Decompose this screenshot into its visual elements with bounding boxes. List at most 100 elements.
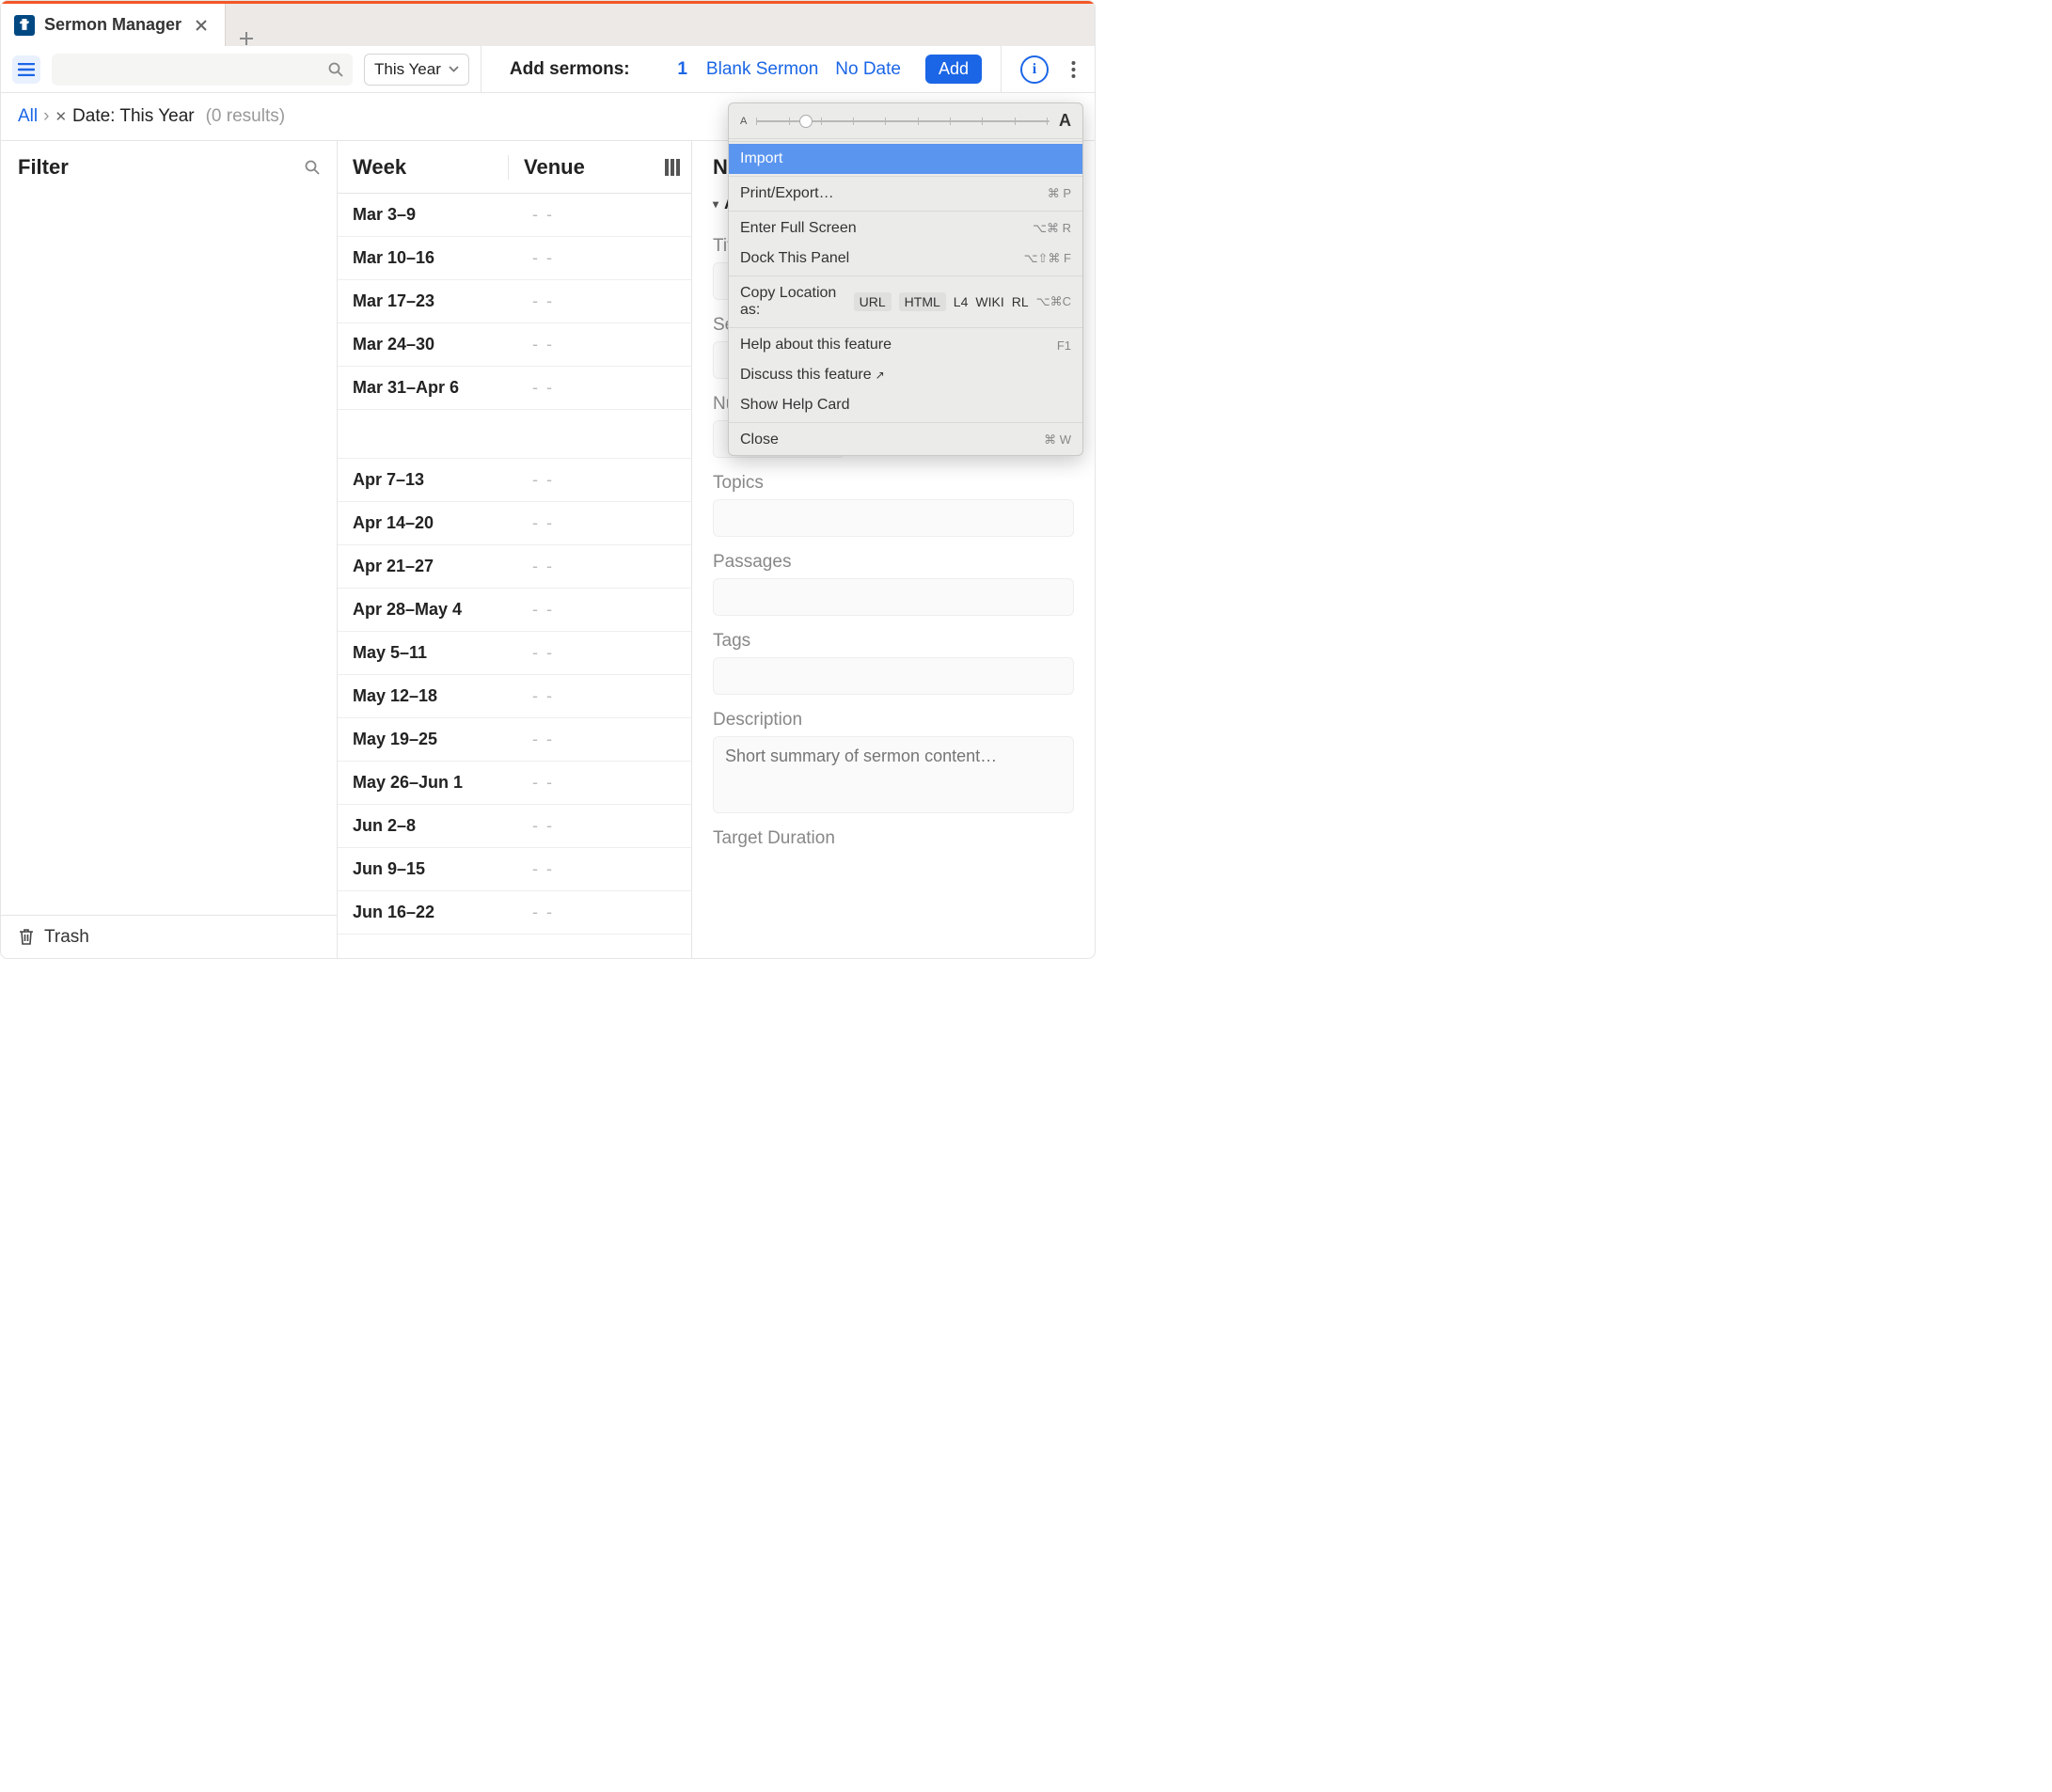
date-filter-value: This Year [374, 60, 441, 79]
venue-cell: - - [517, 816, 691, 836]
week-row[interactable]: Mar 24–30- - [338, 323, 691, 367]
week-row[interactable]: May 5–11- - [338, 632, 691, 675]
topics-input[interactable] [713, 499, 1074, 537]
trash-label: Trash [44, 927, 89, 948]
week-row[interactable]: Apr 14–20- - [338, 502, 691, 545]
week-cell: Apr 14–20 [338, 513, 517, 533]
week-row[interactable]: Jun 16–22- - [338, 891, 691, 935]
week-row[interactable]: Jun 9–15- - [338, 848, 691, 891]
crumb-remove-button[interactable]: ✕ [55, 108, 67, 125]
tags-input[interactable] [713, 657, 1074, 695]
week-cell: Mar 3–9 [338, 205, 517, 225]
week-row[interactable]: Mar 10–16- - [338, 237, 691, 280]
filter-search-icon[interactable] [305, 160, 320, 175]
week-cell: May 12–18 [338, 686, 517, 706]
menu-fullscreen[interactable]: Enter Full Screen ⌥⌘ R [729, 213, 1082, 244]
chevron-down-icon: ▾ [713, 197, 718, 211]
menu-close[interactable]: Close ⌘ W [729, 425, 1082, 455]
panel-menu-button[interactable] [12, 55, 40, 84]
trash-button[interactable]: Trash [1, 915, 337, 958]
copy-url-chip[interactable]: URL [854, 292, 892, 311]
week-cell: May 19–25 [338, 730, 517, 749]
search-icon [328, 62, 343, 77]
menu-discuss-feature[interactable]: Discuss this feature↗ [729, 360, 1082, 390]
venue-header-label: Venue [524, 155, 585, 180]
week-row[interactable]: Apr 7–13- - [338, 459, 691, 502]
week-row[interactable]: May 19–25- - [338, 718, 691, 762]
menu-close-label: Close [740, 432, 779, 448]
menu-copy-location: Copy Location as: URL HTML L4 WIKI RL ⌥⌘… [729, 278, 1082, 325]
add-button[interactable]: Add [925, 55, 982, 84]
panel-options-menu: A A Import Print/Export… ⌘ P [728, 102, 1083, 456]
slider-thumb[interactable] [799, 115, 813, 128]
crumb-results: (0 results) [206, 106, 285, 127]
menu-print-export[interactable]: Print/Export… ⌘ P [729, 179, 1082, 209]
passages-input[interactable] [713, 578, 1074, 616]
crumb-all[interactable]: All [18, 106, 38, 127]
description-label: Description [713, 710, 1074, 731]
no-date-link[interactable]: No Date [835, 59, 901, 80]
menu-import[interactable]: Import [729, 144, 1082, 174]
venue-header[interactable]: Venue [508, 155, 691, 180]
trash-icon [18, 928, 35, 946]
description-input[interactable] [713, 736, 1074, 813]
copy-html-chip[interactable]: HTML [899, 292, 946, 311]
venue-cell: - - [517, 730, 691, 749]
week-cell: Mar 10–16 [338, 248, 517, 268]
info-button[interactable]: i [1020, 55, 1049, 84]
week-cell: Apr 28–May 4 [338, 600, 517, 620]
menu-print-export-shortcut: ⌘ P [1048, 186, 1071, 201]
venue-cell: - - [517, 248, 691, 268]
menu-help-feature-label: Help about this feature [740, 337, 892, 354]
new-tab-button[interactable] [226, 31, 267, 46]
week-header[interactable]: Week [338, 155, 508, 180]
week-row[interactable]: Mar 3–9- - [338, 194, 691, 237]
chevron-right-icon: › [43, 106, 49, 127]
menu-show-help-card-label: Show Help Card [740, 397, 850, 414]
add-count[interactable]: 1 [677, 59, 687, 80]
venue-cell: - - [517, 859, 691, 879]
week-cell: May 5–11 [338, 643, 517, 663]
menu-dock[interactable]: Dock This Panel ⌥⇧⌘ F [729, 244, 1082, 274]
toolbar: This Year Add sermons: 1 Blank Sermon No… [1, 46, 1095, 93]
tab-active[interactable]: Sermon Manager [1, 4, 226, 46]
week-row[interactable]: Mar 31–Apr 6- - [338, 367, 691, 410]
tab-close-button[interactable] [191, 15, 212, 36]
menu-print-export-label: Print/Export… [740, 185, 834, 202]
kebab-menu-button[interactable] [1060, 60, 1083, 79]
copy-l4[interactable]: L4 [954, 294, 969, 309]
filter-column: Filter Trash [1, 141, 338, 958]
week-cell: May 26–Jun 1 [338, 773, 517, 793]
venue-cell: - - [517, 773, 691, 793]
week-row[interactable]: May 26–Jun 1- - [338, 762, 691, 805]
week-cell: Jun 2–8 [338, 816, 517, 836]
tab-title: Sermon Manager [44, 15, 182, 35]
venue-cell: - - [517, 470, 691, 490]
blank-sermon-link[interactable]: Blank Sermon [706, 59, 818, 80]
tab-strip: Sermon Manager [1, 1, 1095, 46]
venue-cell: - - [517, 643, 691, 663]
week-cell: Mar 17–23 [338, 291, 517, 311]
menu-dock-label: Dock This Panel [740, 250, 849, 267]
menu-help-feature[interactable]: Help about this feature F1 [729, 330, 1082, 360]
week-cell: Jun 16–22 [338, 903, 517, 922]
font-size-slider[interactable] [756, 120, 1050, 122]
search-input[interactable] [52, 54, 353, 86]
week-row[interactable]: Jun 2–8- - [338, 805, 691, 848]
columns-icon[interactable] [665, 159, 680, 176]
external-link-icon: ↗ [876, 369, 885, 382]
week-row[interactable]: Apr 28–May 4- - [338, 589, 691, 632]
copy-wiki[interactable]: WIKI [975, 294, 1003, 309]
week-cell: Apr 7–13 [338, 470, 517, 490]
week-row[interactable]: May 12–18- - [338, 675, 691, 718]
week-cell: Apr 21–27 [338, 557, 517, 576]
week-row[interactable]: Apr 21–27- - [338, 545, 691, 589]
menu-show-help-card[interactable]: Show Help Card [729, 390, 1082, 420]
venue-cell: - - [517, 903, 691, 922]
date-filter-dropdown[interactable]: This Year [364, 54, 469, 86]
week-list[interactable]: Mar 3–9- -Mar 10–16- -Mar 17–23- -Mar 24… [338, 194, 691, 958]
filter-body [1, 194, 337, 915]
menu-dock-shortcut: ⌥⇧⌘ F [1024, 251, 1071, 266]
copy-rl[interactable]: RL [1012, 294, 1029, 309]
week-row[interactable]: Mar 17–23- - [338, 280, 691, 323]
